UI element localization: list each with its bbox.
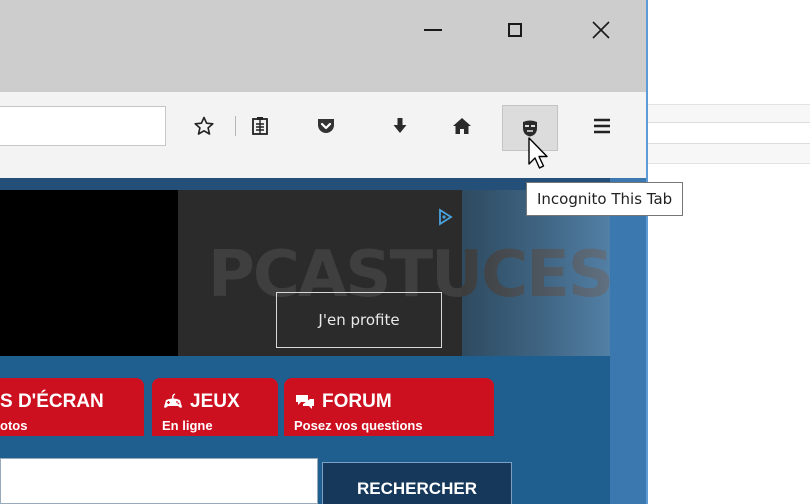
page-side-panel xyxy=(610,178,646,504)
address-bar[interactable] xyxy=(0,106,166,146)
ad-video-area xyxy=(0,190,178,356)
ad-cta-button[interactable]: J'en profite xyxy=(276,292,442,348)
minimize-icon xyxy=(424,29,442,31)
adchoices-icon[interactable] xyxy=(436,208,454,226)
advertisement-banner[interactable]: PCASTUCES J'en profite xyxy=(0,190,614,356)
search-button[interactable]: RECHERCHER xyxy=(322,462,512,504)
site-nav-tab-subtitle: Posez vos questions xyxy=(294,418,423,433)
site-nav-tab-forum[interactable]: FORUM Posez vos questions xyxy=(284,378,494,436)
reader-icon xyxy=(252,117,268,135)
site-nav-tab-screenshots[interactable]: S D'ÉCRAN otos xyxy=(0,378,144,436)
close-button[interactable] xyxy=(578,10,624,50)
site-nav-tab-title: FORUM xyxy=(322,391,392,412)
pocket-icon xyxy=(318,119,334,133)
site-nav-tab-title: S D'ÉCRAN xyxy=(0,391,104,412)
browser-window: PCASTUCES J'en profite S D'ÉCRAN otos JE… xyxy=(0,0,648,504)
pocket-button[interactable] xyxy=(306,106,346,146)
maximize-button[interactable] xyxy=(492,10,538,50)
site-nav-tab-subtitle: otos xyxy=(0,418,28,433)
title-bar xyxy=(0,0,646,92)
reader-list-button[interactable] xyxy=(240,106,280,146)
home-icon xyxy=(453,118,471,134)
background-window xyxy=(648,0,810,504)
minimize-button[interactable] xyxy=(410,10,456,50)
close-icon xyxy=(592,21,610,39)
toolbar-separator xyxy=(235,116,236,136)
home-button[interactable] xyxy=(442,106,482,146)
chat-bubble-icon xyxy=(296,395,314,409)
incognito-tooltip: Incognito This Tab xyxy=(526,182,684,216)
menu-icon xyxy=(594,118,610,134)
download-icon xyxy=(393,118,407,133)
maximize-icon xyxy=(508,23,522,37)
site-search-input[interactable] xyxy=(0,458,318,504)
bookmark-star-button[interactable] xyxy=(184,106,224,146)
gamepad-icon xyxy=(164,393,182,408)
background-address-field xyxy=(648,122,810,144)
star-icon xyxy=(194,116,214,135)
mouse-cursor-icon xyxy=(528,137,548,169)
site-nav-tab-games[interactable]: JEUX En ligne xyxy=(152,378,278,436)
site-nav-tab-title: JEUX xyxy=(190,391,240,412)
incognito-mask-icon xyxy=(523,120,537,137)
site-nav-tab-subtitle: En ligne xyxy=(162,418,213,433)
menu-button[interactable] xyxy=(582,106,622,146)
web-page: PCASTUCES J'en profite S D'ÉCRAN otos JE… xyxy=(0,178,646,504)
downloads-button[interactable] xyxy=(380,106,420,146)
